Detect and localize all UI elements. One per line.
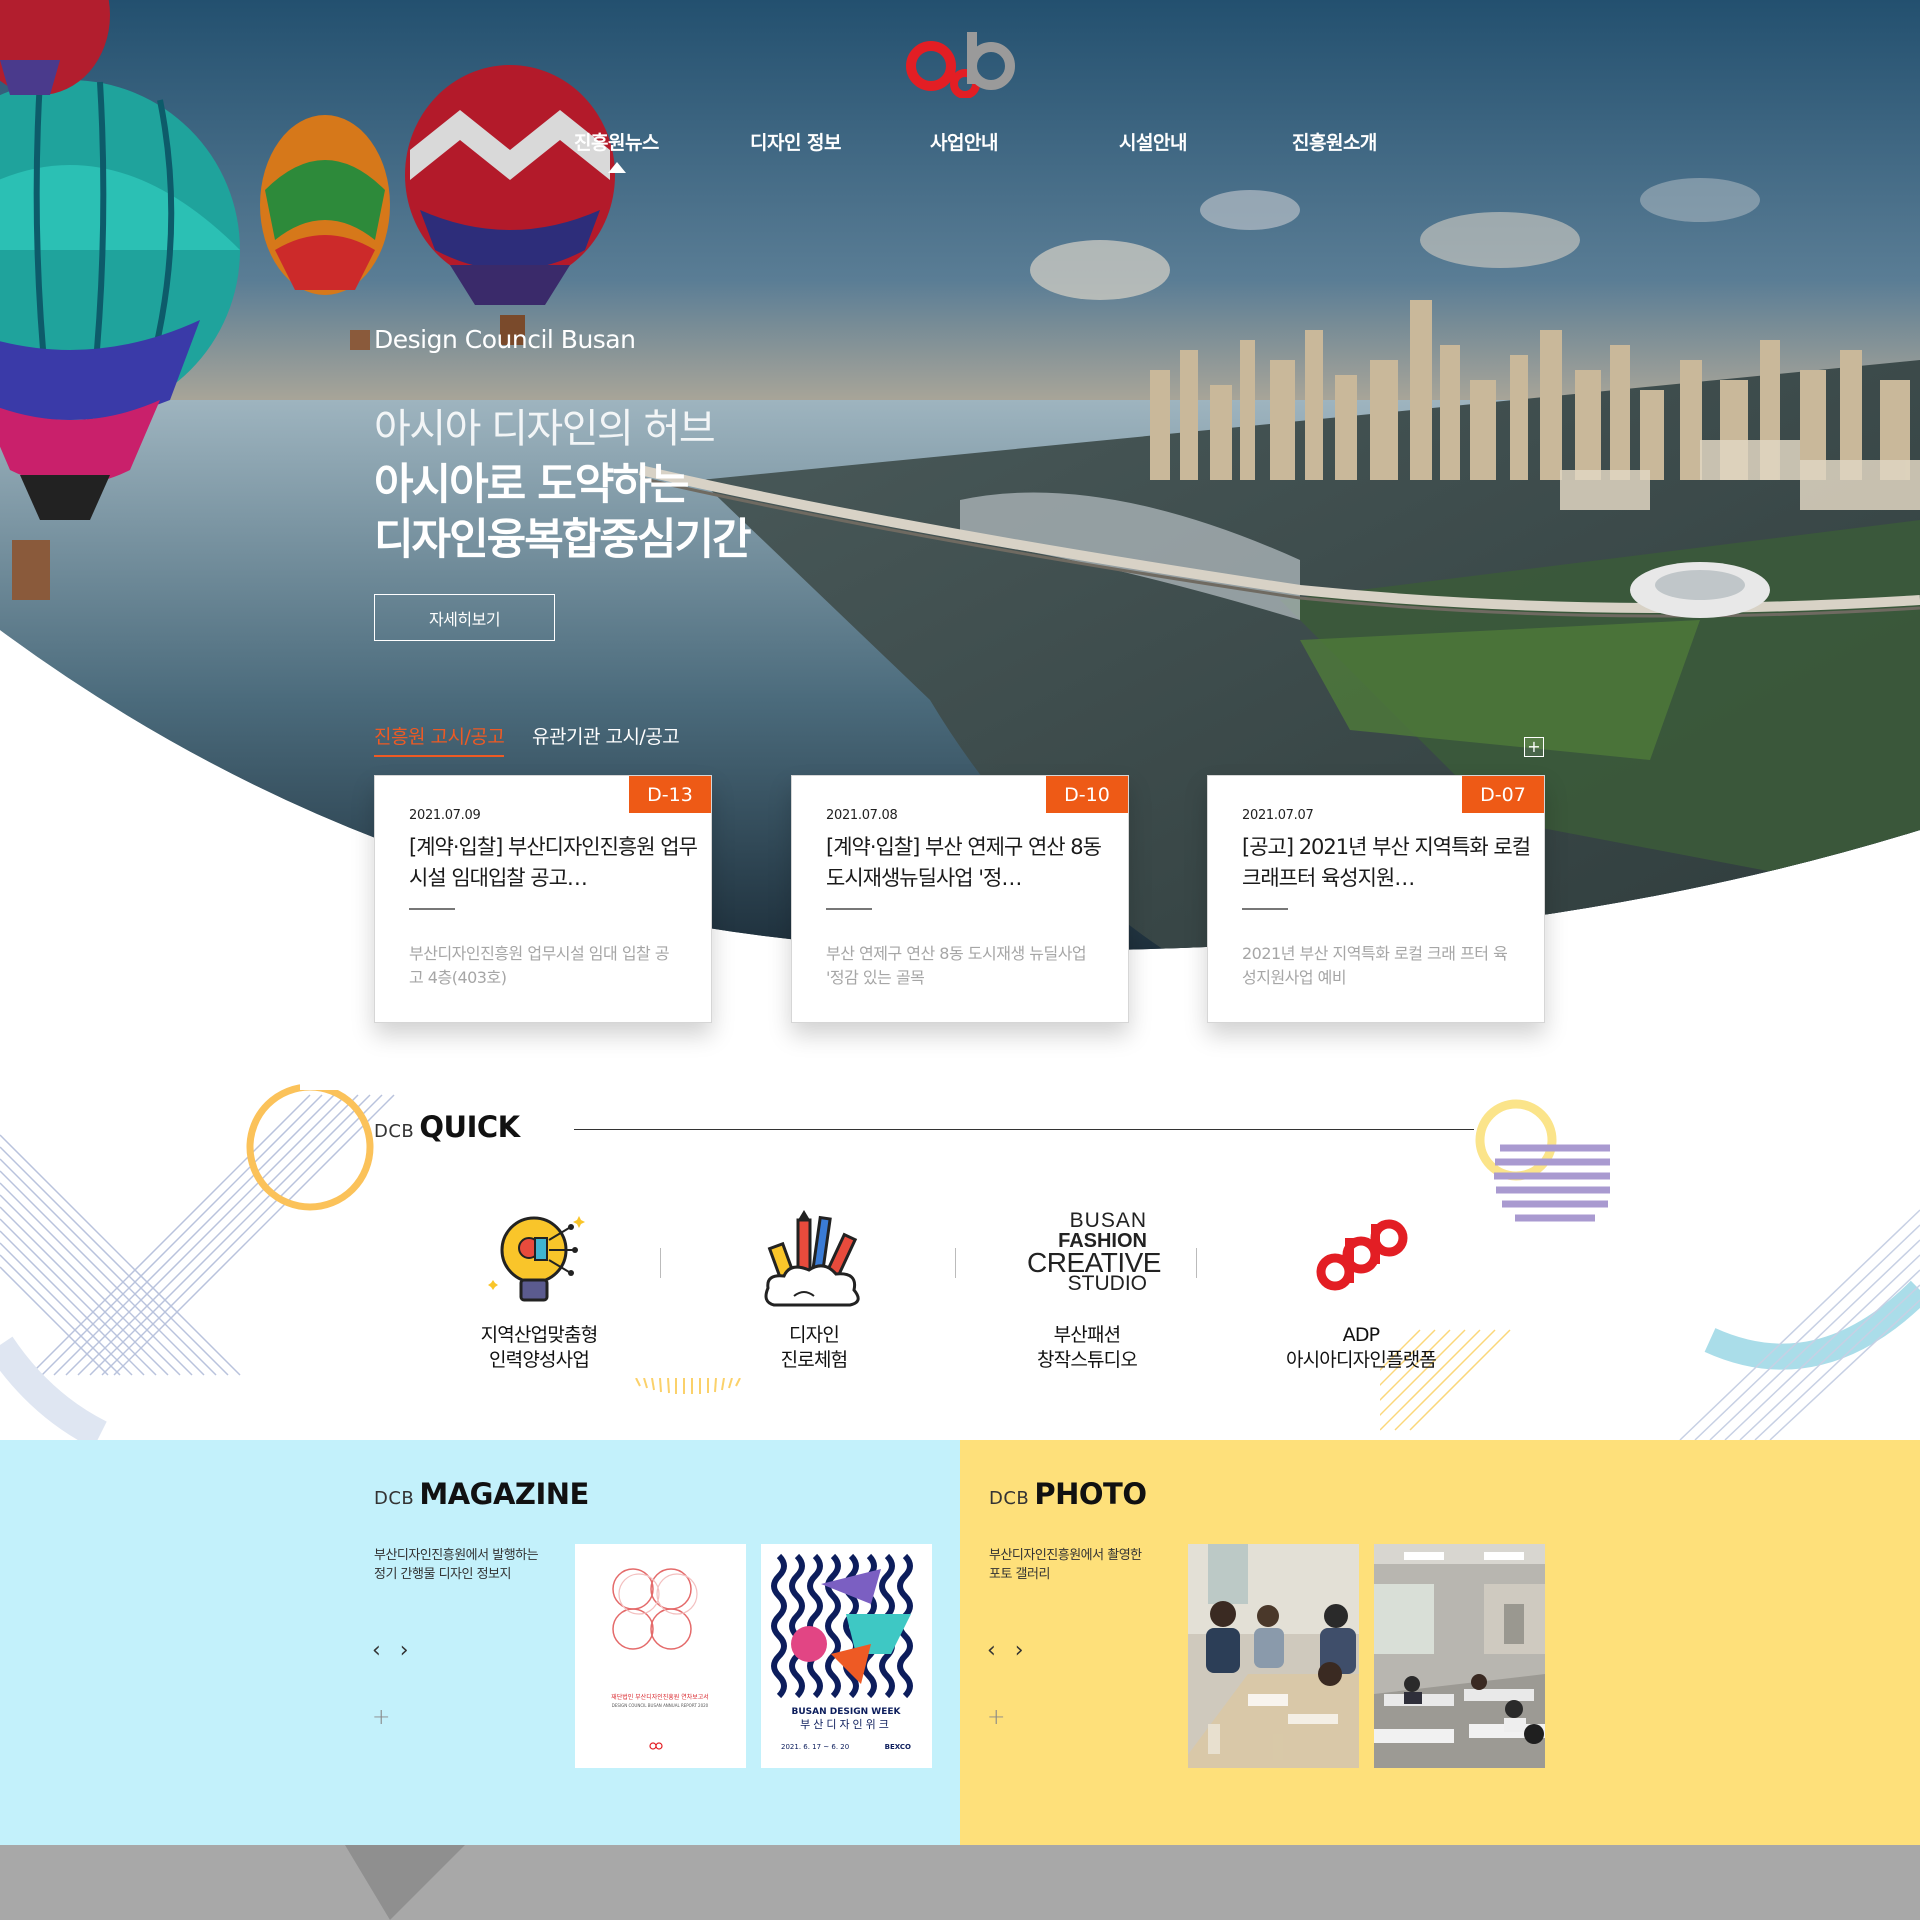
notice-more-plus-icon[interactable]: + [1524,737,1544,757]
quick-item-label: 디자인 진로체험 [780,1324,849,1371]
cover-venue: BEXCO [885,1743,911,1751]
quick-item-fashion-studio[interactable]: BUSAN FASHION CREATIVE STUDIO 부산패션 창작스튜디… [977,1210,1197,1380]
magazine-description: 부산디자인진흥원에서 발행하는 정기 간행물 디자인 정보지 [374,1548,539,1582]
logo-line-creative: CREATIVE [1027,1247,1161,1278]
notice-title[interactable]: [계약·입찰] 부산 연제구 연산 8동 도시재생뉴딜사업 '정… [826,832,1116,894]
tab-dcb-notices[interactable]: 진흥원 고시/공고 [374,722,505,757]
photo-description: 부산디자인진흥원에서 촬영한 포토 갤러리 [989,1548,1142,1582]
nav-item-news[interactable]: 진흥원뉴스 [574,128,659,155]
meeting-photo [1188,1544,1359,1768]
magazine-prev-next-arrows[interactable]: ‹ › [372,1638,415,1663]
hero-headline-3: 디자인융복합중심기간 [374,515,752,565]
photo-prev-next-arrows[interactable]: ‹ › [987,1638,1030,1663]
notice-summary: 부산 연제구 연산 8동 도시재생 뉴딜사업 '정감 있는 골목 [826,944,1087,987]
quick-separator [955,1248,956,1278]
tab-related-notices[interactable]: 유관기관 고시/공고 [532,722,680,749]
quick-item-label: ADP 아시아디자인플랫폼 [1285,1324,1437,1371]
annual-report-cover-art: 재단법인 부산디자인진흥원 연차보고서 DESIGN COUNCIL BUSAN… [611,1568,709,1750]
busan-fashion-logo: BUSAN FASHION CREATIVE STUDIO [1027,1209,1161,1310]
adp-logo [1316,1219,1408,1291]
cover-subcaption: DESIGN COUNCIL BUSAN ANNUAL REPORT 2020 [612,1703,709,1708]
dcb-logo[interactable] [903,28,1019,98]
quick-item-industry-training[interactable]: 지역산업맞춤형 인력양성사업 [429,1210,649,1380]
divider [409,908,455,910]
footer [0,1845,1920,1920]
main-nav: 진흥원뉴스 디자인 정보 사업안내 시설안내 진흥원소개 [0,128,1920,168]
quick-item-design-career[interactable]: 디자인 진로체험 [704,1210,924,1380]
magazine-section-title: DCB MAGAZINE [374,1477,589,1511]
d-day-badge: D-13 [629,776,711,813]
divider [1242,908,1288,910]
photo-title-prefix: DCB [989,1488,1030,1509]
magazine-cover-annual-report[interactable]: 재단법인 부산디자인진흥원 연차보고서 DESIGN COUNCIL BUSAN… [575,1544,746,1768]
quick-section-title: DCB QUICK [374,1110,520,1144]
quick-title-main: QUICK [419,1110,520,1144]
art-tools-icon [764,1210,860,1307]
classroom-photo [1374,1544,1545,1768]
design-week-cover-art: BUSAN DESIGN WEEK 부산디자인위크 2021. 6. 17 ~ … [771,1553,913,1751]
cover-dates: 2021. 6. 17 ~ 6. 20 [781,1743,849,1751]
notice-summary: 부산디자인진흥원 업무시설 임대 입찰 공고 4층(403호) [409,944,670,987]
nav-item-design-info[interactable]: 디자인 정보 [750,128,842,155]
photo-more-plus-icon[interactable]: + [987,1705,1005,1730]
quick-item-adp[interactable]: ADP 아시아디자인플랫폼 [1251,1210,1471,1380]
photo-thumbnail-meeting[interactable] [1188,1544,1359,1768]
notice-title[interactable]: [공고] 2021년 부산 지역특화 로컬 크래프터 육성지원… [1242,832,1532,894]
hero-headline-1: 아시아 디자인의 허브 [374,406,716,452]
notice-card[interactable]: D-10 2021.07.08 [계약·입찰] 부산 연제구 연산 8동 도시재… [791,775,1129,1023]
photo-section-title: DCB PHOTO [989,1477,1147,1511]
magazine-cover-design-week[interactable]: BUSAN DESIGN WEEK 부산디자인위크 2021. 6. 17 ~ … [761,1544,932,1768]
d-day-badge: D-10 [1046,776,1128,813]
photo-thumbnail-classroom[interactable] [1374,1544,1545,1768]
notice-date: 2021.07.08 [826,808,898,823]
hero-headline-2: 아시아로 도약하는 [374,460,689,510]
nav-active-caret-icon [608,162,626,173]
notice-date: 2021.07.07 [1242,808,1314,823]
decorative-arc [635,1378,741,1394]
cover-caption: 재단법인 부산디자인진흥원 연차보고서 [611,1693,709,1701]
footer-triangle-decor [345,1845,465,1920]
quick-separator [660,1248,661,1278]
cover-subcaption: 부산디자인위크 [800,1718,892,1731]
magazine-more-plus-icon[interactable]: + [372,1705,390,1730]
more-details-button[interactable]: 자세히보기 [374,594,555,641]
notice-summary: 2021년 부산 지역특화 로컬 크래 프터 육성지원사업 예비 [1242,944,1508,987]
logo-line-busan: BUSAN [1069,1209,1147,1232]
quick-separator [1196,1248,1197,1278]
quick-item-label: 부산패션 창작스튜디오 [1036,1324,1138,1371]
quick-divider-line [574,1129,1474,1130]
d-day-badge: D-07 [1462,776,1544,813]
magazine-title-prefix: DCB [374,1488,415,1509]
magazine-title-main: MAGAZINE [419,1477,589,1511]
nav-item-about[interactable]: 진흥원소개 [1292,128,1377,155]
hero-subtitle: Design Council Busan [374,325,636,354]
quick-title-prefix: DCB [374,1121,415,1142]
notice-card[interactable]: D-07 2021.07.07 [공고] 2021년 부산 지역특화 로컬 크래… [1207,775,1545,1023]
nav-item-business[interactable]: 사업안내 [930,128,998,155]
quick-item-label: 지역산업맞춤형 인력양성사업 [480,1324,599,1371]
divider [826,908,872,910]
nav-item-facilities[interactable]: 시설안내 [1119,128,1187,155]
cover-caption: BUSAN DESIGN WEEK [792,1707,902,1717]
lightbulb-icon [488,1216,585,1302]
notice-title[interactable]: [계약·입찰] 부산디자인진흥원 업무시설 임대입찰 공고… [409,832,699,894]
notice-card[interactable]: D-13 2021.07.09 [계약·입찰] 부산디자인진흥원 업무시설 임대… [374,775,712,1023]
notice-date: 2021.07.09 [409,808,481,823]
photo-title-main: PHOTO [1034,1477,1147,1511]
